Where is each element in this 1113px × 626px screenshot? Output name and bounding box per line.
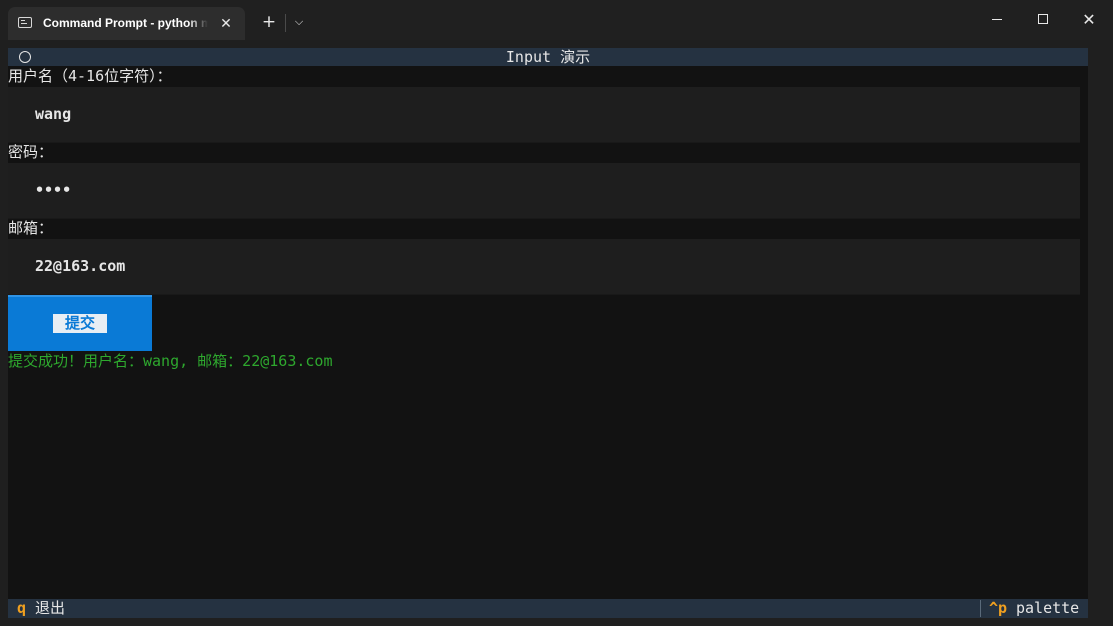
result-message: 提交成功！用户名：wang, 邮箱：22@163.com bbox=[8, 352, 333, 370]
maximize-icon bbox=[1038, 14, 1048, 24]
footer-bar: q 退出 ^p palette bbox=[8, 599, 1088, 618]
username-value: wang bbox=[35, 105, 72, 123]
minimize-icon bbox=[992, 19, 1002, 20]
quit-key[interactable]: q bbox=[17, 599, 26, 618]
footer-divider bbox=[980, 600, 981, 617]
username-label: 用户名（4-16位字符）： bbox=[8, 67, 172, 85]
password-label: 密码： bbox=[8, 143, 54, 161]
email-value: 22@163.com bbox=[35, 257, 126, 275]
password-input[interactable]: •••• bbox=[8, 163, 1080, 219]
close-window-button[interactable]: ✕ bbox=[1066, 0, 1112, 40]
submit-label: 提交 bbox=[53, 314, 107, 333]
tab-title: Command Prompt - python main.py bbox=[43, 16, 208, 30]
chevron-down-icon[interactable]: ⌵ bbox=[289, 10, 309, 34]
email-label: 邮箱： bbox=[8, 219, 54, 237]
terminal-window: Command Prompt - python main.py ✕ + ⌵ ✕ … bbox=[0, 0, 1113, 626]
app-title: Input 演示 bbox=[505, 48, 591, 66]
submit-button[interactable]: 提交 bbox=[8, 295, 152, 351]
terminal-content: Input 演示 用户名（4-16位字符）： wang 密码： •••• 邮箱：… bbox=[8, 48, 1088, 618]
palette-key[interactable]: ^p bbox=[989, 599, 1007, 618]
palette-label[interactable]: palette bbox=[1016, 599, 1079, 618]
scrollbar[interactable] bbox=[1088, 48, 1113, 618]
minimize-button[interactable] bbox=[974, 0, 1020, 40]
username-input[interactable]: wang bbox=[8, 87, 1080, 143]
app-header: Input 演示 bbox=[8, 48, 1088, 66]
tab-divider bbox=[285, 14, 286, 32]
quit-label[interactable]: 退出 bbox=[35, 599, 65, 618]
title-bar: Command Prompt - python main.py ✕ + ⌵ ✕ bbox=[0, 0, 1113, 40]
tab-command-prompt[interactable]: Command Prompt - python main.py ✕ bbox=[8, 7, 245, 40]
tab-close-icon[interactable]: ✕ bbox=[215, 13, 237, 35]
terminal-icon bbox=[18, 17, 32, 28]
email-input[interactable]: 22@163.com bbox=[8, 239, 1080, 295]
maximize-button[interactable] bbox=[1020, 0, 1066, 40]
password-value: •••• bbox=[35, 181, 72, 199]
new-tab-button[interactable]: + bbox=[257, 10, 281, 34]
